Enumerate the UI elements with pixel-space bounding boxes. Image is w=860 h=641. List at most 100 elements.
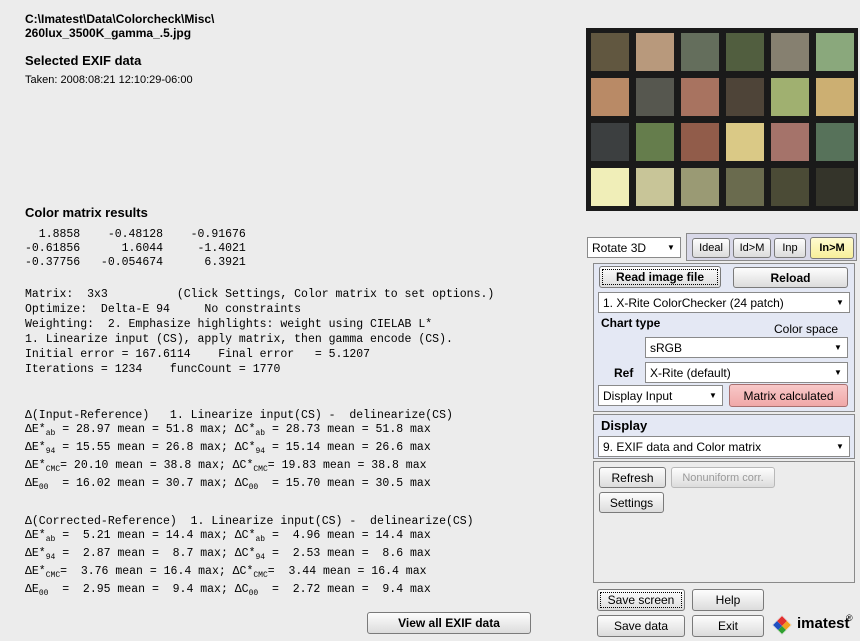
in-m-button[interactable]: In>M: [810, 237, 854, 259]
delta-e-sym: ΔE: [25, 477, 39, 490]
delta-e-val: = 2.87 mean = 8.7 max;: [55, 547, 235, 560]
delta-e-sym: ΔE*: [25, 459, 46, 472]
delta-e-sub: ab: [45, 429, 56, 438]
read-image-file-button[interactable]: Read image file: [599, 266, 721, 288]
delta-c-val: = 4.96 mean = 14.4 max: [265, 529, 431, 542]
settings-line: Weighting: 2. Emphasize highlights: weig…: [25, 318, 433, 331]
file-path-line2: 260lux_3500K_gamma_.5.jpg: [25, 26, 192, 40]
delta-c-sub: CMC: [253, 571, 268, 580]
id-m-button[interactable]: Id>M: [733, 238, 771, 258]
view-all-exif-button[interactable]: View all EXIF data: [367, 612, 531, 634]
rotate-3d-select[interactable]: Rotate 3D ▼: [587, 237, 681, 258]
exif-heading: Selected EXIF data: [25, 53, 142, 68]
delta-e-sub: 00: [38, 589, 49, 598]
settings-line: Matrix: 3x3 (Click Settings, Color matri…: [25, 288, 495, 301]
delta-c-val: = 3.44 mean = 16.4 max: [267, 565, 427, 578]
delta-e-val: = 3.76 mean = 16.4 max;: [60, 565, 233, 578]
delta-c-sub: 00: [248, 483, 259, 492]
color-patch: [636, 168, 674, 206]
display-select[interactable]: 9. EXIF data and Color matrix ▼: [598, 436, 850, 457]
color-space-label: Color space: [774, 322, 839, 336]
delta-e-sym: ΔE*: [25, 423, 46, 436]
color-patch: [591, 123, 629, 161]
chart-select-value: 1. X-Rite ColorChecker (24 patch): [603, 295, 784, 310]
delta-e-sub: CMC: [45, 465, 61, 474]
delta-e-val: = 20.10 mean = 38.8 max;: [60, 459, 233, 472]
color-patch: [816, 123, 854, 161]
chart-select[interactable]: 1. X-Rite ColorChecker (24 patch) ▼: [598, 292, 850, 313]
save-data-button[interactable]: Save data: [597, 615, 685, 637]
ideal-button[interactable]: Ideal: [692, 238, 730, 258]
color-space-value: sRGB: [650, 340, 683, 355]
delta-row: ΔE00 = 16.02 mean = 30.7 max; ΔC00 = 15.…: [25, 477, 431, 492]
color-patch: [771, 123, 809, 161]
chevron-down-icon: ▼: [834, 343, 842, 352]
color-patch: [591, 33, 629, 71]
delta-e-val: = 15.55 mean = 26.8 max;: [55, 441, 235, 454]
color-patch: [726, 33, 764, 71]
delta-e-sub: 94: [45, 447, 56, 456]
section-title: Δ(Corrected-Reference) 1. Linearize inpu…: [25, 515, 474, 528]
chevron-down-icon: ▼: [836, 442, 844, 451]
matrix-calculated-button[interactable]: Matrix calculated: [729, 384, 848, 407]
file-path-line1: C:\Imatest\Data\Colorcheck\Misc\: [25, 12, 215, 26]
color-patch: [816, 78, 854, 116]
delta-e-sym: ΔE*: [25, 547, 46, 560]
color-space-select[interactable]: sRGB ▼: [645, 337, 848, 358]
delta-c-sub: 00: [248, 589, 259, 598]
delta-c-sub: 94: [255, 553, 266, 562]
chart-type-label: Chart type: [601, 316, 661, 330]
delta-c-sym: ΔC: [234, 477, 249, 490]
inp-button[interactable]: Inp: [774, 238, 806, 258]
delta-c-sym: ΔC*: [232, 565, 254, 578]
color-patch: [771, 168, 809, 206]
save-screen-button[interactable]: Save screen: [597, 589, 685, 611]
delta-c-val: = 28.73 mean = 51.8 max: [265, 423, 431, 436]
delta-row: ΔE*ab = 5.21 mean = 14.4 max; ΔC*ab = 4.…: [25, 529, 431, 544]
ref-label: Ref: [614, 366, 634, 380]
matrix-row: -0.37756 -0.054674 6.3921: [25, 256, 246, 269]
ref-select[interactable]: X-Rite (default) ▼: [645, 362, 848, 383]
exif-taken: Taken: 2008:08:21 12:10:29-06:00: [25, 74, 193, 86]
settings-line: Iterations = 1234 funcCount = 1770: [25, 363, 281, 376]
color-patch: [591, 78, 629, 116]
nonuniform-corr-button[interactable]: Nonuniform corr.: [671, 467, 775, 488]
delta-e-sub: ab: [45, 535, 56, 544]
help-button[interactable]: Help: [692, 589, 764, 611]
delta-c-sym: ΔC*: [234, 547, 256, 560]
refresh-button[interactable]: Refresh: [599, 467, 666, 488]
delta-e-sub: 94: [45, 553, 56, 562]
imatest-logo-icon: [771, 614, 793, 636]
delta-e-sub: CMC: [45, 571, 61, 580]
display-input-select[interactable]: Display Input ▼: [598, 385, 723, 406]
delta-e-sym: ΔE*: [25, 441, 46, 454]
color-patch: [636, 33, 674, 71]
delta-row: ΔE00 = 2.95 mean = 9.4 max; ΔC00 = 2.72 …: [25, 583, 431, 598]
delta-row: ΔE*CMC= 20.10 mean = 38.8 max; ΔC*CMC= 1…: [25, 459, 427, 474]
rotate-3d-value: Rotate 3D: [592, 240, 647, 255]
color-patch: [636, 123, 674, 161]
delta-c-sym: ΔC*: [234, 529, 256, 542]
color-patch: [726, 78, 764, 116]
colorchecker-image: [586, 28, 858, 211]
matrix-row: -0.61856 1.6044 -1.4021: [25, 242, 246, 255]
settings-line: Optimize: Delta-E 94 No constraints: [25, 303, 302, 316]
imatest-logo-text: imatest: [797, 615, 850, 632]
delta-c-sym: ΔC: [234, 583, 249, 596]
settings-button[interactable]: Settings: [599, 492, 664, 513]
display-select-value: 9. EXIF data and Color matrix: [603, 439, 762, 454]
settings-line: Initial error = 167.6114 Final error = 5…: [25, 348, 371, 361]
exit-button[interactable]: Exit: [692, 615, 764, 637]
display-input-value: Display Input: [603, 388, 673, 403]
color-patch: [816, 168, 854, 206]
chevron-down-icon: ▼: [667, 243, 675, 252]
color-patch: [681, 168, 719, 206]
delta-e-val: = 16.02 mean = 30.7 max;: [48, 477, 235, 490]
delta-c-sub: 94: [255, 447, 266, 456]
delta-e-sym: ΔE: [25, 583, 39, 596]
delta-c-sub: ab: [255, 535, 266, 544]
chevron-down-icon: ▼: [836, 298, 844, 307]
reload-button[interactable]: Reload: [733, 267, 848, 288]
color-patch: [591, 168, 629, 206]
delta-e-val: = 5.21 mean = 14.4 max;: [55, 529, 235, 542]
